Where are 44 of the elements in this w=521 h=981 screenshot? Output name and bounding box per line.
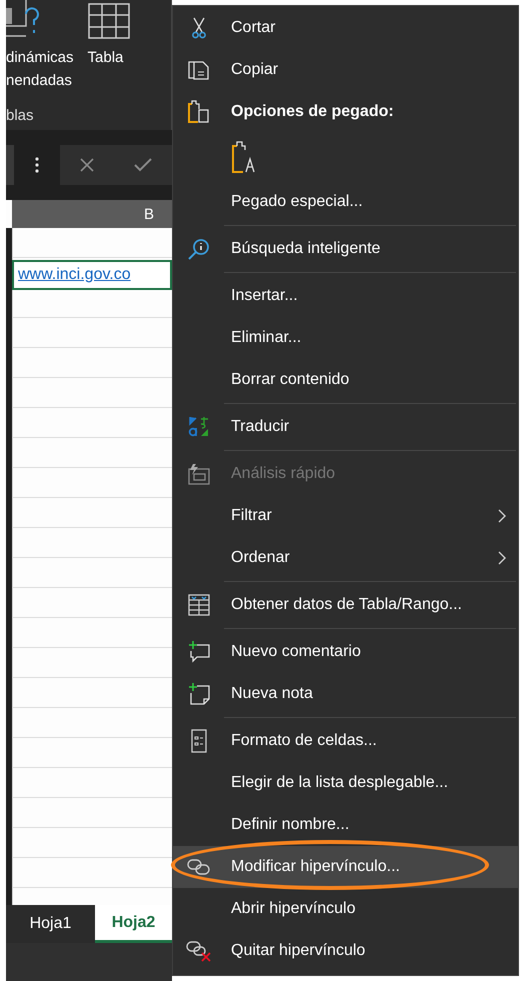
scissors-icon <box>192 17 206 39</box>
column-header[interactable]: B <box>144 206 154 222</box>
search-icon <box>187 237 211 261</box>
ribbon-group-label: blas <box>6 106 35 126</box>
cancel-icon[interactable] <box>79 157 95 173</box>
menu-item[interactable]: Pegado especial... <box>173 181 518 223</box>
menu-item[interactable]: Insertar... <box>173 275 518 317</box>
menu-item[interactable]: Borrar contenido <box>173 359 518 401</box>
new-note-icon <box>188 683 210 705</box>
checkmark-icon[interactable] <box>133 157 153 173</box>
link-icon <box>187 858 211 876</box>
menu-item[interactable]: Cortar <box>173 7 518 49</box>
menu-item[interactable]: Formato de celdas... <box>173 720 518 762</box>
more-options-icon[interactable] <box>35 157 39 173</box>
clipboard-icon <box>188 100 210 124</box>
copy-icon <box>188 59 210 81</box>
menu-item[interactable]: Modificar hipervínculo... <box>173 846 518 888</box>
quick-analysis-icon <box>188 463 210 485</box>
paste-text-icon[interactable] <box>231 140 257 174</box>
menu-item[interactable]: Abrir hipervínculo <box>173 888 518 930</box>
menu-item[interactable]: Búsqueda inteligente <box>173 228 518 270</box>
format-cells-icon <box>191 729 207 753</box>
ribbon-button-label[interactable]: dinámicas <box>6 46 74 69</box>
ribbon-button-label[interactable]: Tabla <box>88 46 124 69</box>
hyperlink-cell[interactable]: www.inci.gov.co <box>12 260 172 290</box>
menu-item[interactable]: Nueva nota <box>173 673 518 715</box>
table-icon <box>188 594 210 616</box>
menu-item[interactable]: Traducir <box>173 406 518 448</box>
menu-item[interactable]: Definir nombre... <box>173 804 518 846</box>
menu-item[interactable]: Quitar hipervínculo <box>173 930 518 972</box>
remove-link-icon <box>186 940 212 962</box>
ribbon-button-label[interactable]: nendadas <box>6 69 72 92</box>
translate-icon <box>188 416 210 438</box>
menu-item[interactable]: Eliminar... <box>173 317 518 359</box>
menu-item[interactable]: Nuevo comentario <box>173 631 518 673</box>
sheet-tab[interactable]: Hoja1 <box>6 905 95 943</box>
new-comment-icon <box>188 641 210 663</box>
menu-item[interactable]: Filtrar <box>173 495 518 537</box>
menu-section-heading: Opciones de pegado: <box>231 103 394 121</box>
table-icon <box>88 3 130 39</box>
menu-item[interactable]: Elegir de la lista desplegable... <box>173 762 518 804</box>
menu-item[interactable]: Ordenar <box>173 537 518 579</box>
menu-item[interactable]: Obtener datos de Tabla/Rango... <box>173 584 518 626</box>
menu-item[interactable]: Copiar <box>173 49 518 91</box>
